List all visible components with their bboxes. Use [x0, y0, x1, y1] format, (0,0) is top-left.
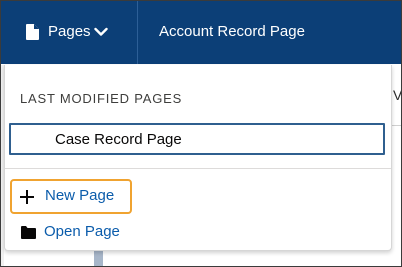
pages-menu-label: Pages: [48, 23, 91, 40]
pages-dropdown: LAST MODIFIED PAGES Case Record Page New…: [4, 65, 392, 251]
app-header: Pages Account Record Page: [1, 1, 401, 64]
page-icon: [26, 24, 39, 40]
recent-page-label: Case Record Page: [55, 131, 182, 148]
folder-icon: [21, 226, 36, 239]
background-partial-text: V: [393, 87, 402, 103]
new-page-label: New Page: [45, 187, 115, 204]
menu-divider: [5, 168, 391, 169]
record-page-title: Account Record Page: [159, 23, 305, 40]
plus-icon: [20, 190, 34, 204]
chevron-down-icon: [94, 27, 108, 36]
open-page-button[interactable]: Open Page: [10, 219, 170, 245]
open-page-label: Open Page: [44, 223, 120, 240]
pages-menu-button[interactable]: Pages: [1, 1, 138, 64]
section-heading: LAST MODIFIED PAGES: [20, 91, 183, 106]
app-window: V Pages Account Record Page LAST MODIFIE…: [0, 0, 402, 267]
recent-page-item[interactable]: Case Record Page: [9, 123, 385, 155]
new-page-button[interactable]: New Page: [10, 179, 132, 214]
